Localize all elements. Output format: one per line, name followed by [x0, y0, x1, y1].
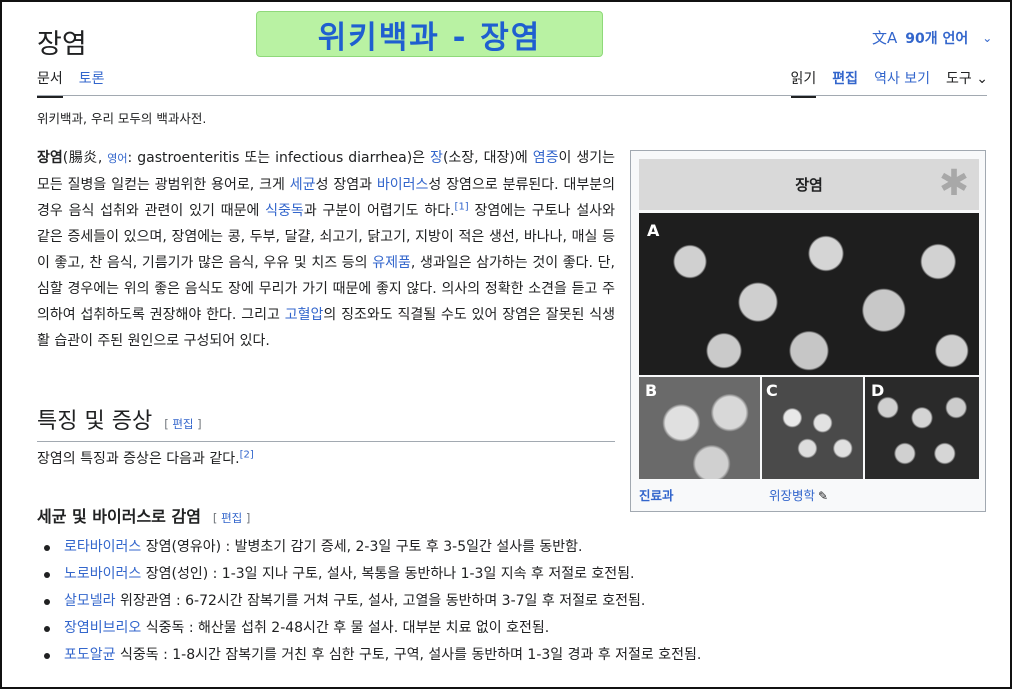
- infection-list: 로타바이러스 장염(영유아) : 발병초기 감기 증세, 2-3일 구토 후 3…: [43, 536, 702, 671]
- pathogen-link[interactable]: 노로바이러스: [64, 566, 141, 582]
- specialty-link[interactable]: 위장병학: [769, 488, 815, 503]
- link-virus[interactable]: 바이러스: [377, 177, 429, 193]
- intro-text: (腸炎,: [62, 150, 108, 166]
- pathogen-link[interactable]: 로타바이러스: [64, 539, 141, 555]
- tab-article[interactable]: 문서: [37, 68, 63, 98]
- features-text: 장염의 특징과 증상은 다음과 같다.[2]: [37, 448, 254, 468]
- site-tagline: 위키백과, 우리 모두의 백과사전.: [37, 111, 207, 126]
- header-divider: [37, 95, 987, 96]
- intro-text: (소장, 대장)에: [442, 150, 533, 166]
- tab-read[interactable]: 읽기: [790, 68, 817, 98]
- pathogen-link[interactable]: 장염비브리오: [64, 620, 141, 636]
- tab-edit[interactable]: 편집: [832, 68, 858, 98]
- infobox-title: 장염: [795, 176, 823, 194]
- link-yeomjeung[interactable]: 염증: [533, 150, 559, 166]
- link-segyun[interactable]: 세균: [290, 177, 316, 193]
- infobox-value: 위장병학 ✎: [769, 485, 828, 504]
- section-heading-features: 특징 및 증상 [ 편집 ]: [37, 403, 615, 442]
- list-item-text: 식중독 : 1-8시간 잠복기를 거친 후 심한 구토, 구역, 설사를 동반하…: [115, 647, 702, 663]
- reference-2[interactable]: [2]: [240, 449, 254, 460]
- intro-text: 성 장염과: [315, 177, 377, 193]
- list-item-text: 장염(영유아) : 발병초기 감기 증세, 2-3일 구토 후 3-5일간 설사…: [141, 539, 583, 555]
- pathogen-link[interactable]: 살모넬라: [64, 593, 116, 609]
- list-item-text: 장염(성인) : 1-3일 지나 구토, 설사, 복통을 동반하나 1-3일 지…: [141, 566, 635, 582]
- language-label: 90개 언어: [905, 30, 969, 47]
- chevron-down-icon: ⌄: [976, 71, 988, 87]
- section-heading-infection: 세균 및 바이러스로 감염 [ 편집 ]: [37, 503, 250, 527]
- section-edit: [ 편집 ]: [164, 417, 201, 431]
- edit-bracket-open: [: [212, 511, 222, 525]
- link-gohyeolap[interactable]: 고혈압: [285, 307, 324, 323]
- image-label-c: C: [766, 381, 778, 400]
- section-edit: [ 편집 ]: [213, 511, 250, 525]
- virus-image-a[interactable]: A: [639, 213, 979, 375]
- page-title: 장염: [37, 29, 87, 60]
- list-item: 장염비브리오 식중독 : 해산물 섭취 2-48시간 후 물 설사. 대부분 치…: [43, 617, 701, 644]
- section-heading-text: 특징 및 증상: [37, 409, 153, 434]
- star-of-life-icon: ✱: [938, 163, 969, 204]
- list-item: 노로바이러스 장염(성인) : 1-3일 지나 구토, 설사, 복통을 동반하나…: [43, 563, 701, 590]
- list-item: 살모넬라 위장관염 : 6-72시간 잠복기를 거쳐 구토, 설사, 고열을 동…: [43, 590, 701, 617]
- image-label-b: B: [645, 381, 658, 400]
- edit-section-link[interactable]: 편집: [172, 417, 193, 431]
- link-yujepum[interactable]: 유제품: [372, 255, 411, 271]
- image-label-d: D: [871, 381, 885, 400]
- tab-history[interactable]: 역사 보기: [874, 68, 930, 98]
- tab-talk[interactable]: 토론: [79, 68, 105, 98]
- intro-text: : gastroenteritis 또는 infectious diarrhea…: [127, 150, 431, 166]
- infobox: 장염 ✱ A B C D 진료과 위장병학 ✎: [630, 150, 986, 512]
- intro-bold-term: 장염: [37, 150, 63, 166]
- pathogen-link[interactable]: 포도알균: [64, 647, 116, 663]
- features-sentence: 장염의 특징과 증상은 다음과 같다.: [37, 451, 240, 467]
- list-item-text: 위장관염 : 6-72시간 잠복기를 거쳐 구토, 설사, 고열을 동반하며 3…: [115, 593, 646, 609]
- infobox-key[interactable]: 진료과: [639, 485, 674, 504]
- namespace-tabs: 문서 토론: [37, 68, 105, 98]
- intro-text: 과 구분이 어렵기도 하다.: [303, 203, 455, 219]
- language-button[interactable]: 文A 90개 언어 ⌄: [872, 27, 992, 48]
- tab-tools[interactable]: 도구 ⌄: [946, 68, 988, 98]
- edit-section-link[interactable]: 편집: [221, 511, 242, 525]
- link-sikjungdok[interactable]: 식중독: [265, 203, 304, 219]
- edit-bracket-close: ]: [193, 417, 202, 431]
- virus-image-c[interactable]: C: [762, 377, 863, 479]
- link-english[interactable]: 영어: [107, 152, 127, 165]
- edit-bracket-close: ]: [242, 511, 251, 525]
- subsection-heading-text: 세균 및 바이러스로 감염: [37, 507, 201, 526]
- pencil-icon[interactable]: ✎: [818, 489, 828, 503]
- list-item-text: 식중독 : 해산물 섭취 2-48시간 후 물 설사. 대부분 치료 없이 호전…: [141, 620, 550, 636]
- reference-1[interactable]: [1]: [455, 201, 469, 212]
- image-label-a: A: [647, 221, 660, 240]
- list-item: 로타바이러스 장염(영유아) : 발병초기 감기 증세, 2-3일 구토 후 3…: [43, 536, 701, 563]
- chevron-down-icon: ⌄: [982, 30, 993, 45]
- translate-icon: 文A: [872, 29, 898, 47]
- tools-label: 도구: [946, 71, 972, 87]
- link-jang[interactable]: 장: [430, 150, 443, 166]
- list-item: 포도알균 식중독 : 1-8시간 잠복기를 거친 후 심한 구토, 구역, 설사…: [43, 644, 702, 671]
- view-tabs: 읽기 편집 역사 보기 도구 ⌄: [790, 68, 988, 98]
- infobox-header: 장염 ✱: [639, 159, 979, 210]
- virus-image-d[interactable]: D: [865, 377, 979, 479]
- title-banner: 위키백과 - 장염: [256, 11, 603, 57]
- intro-paragraph: 장염(腸炎, 영어: gastroenteritis 또는 infectious…: [37, 145, 615, 354]
- virus-image-b[interactable]: B: [639, 377, 760, 479]
